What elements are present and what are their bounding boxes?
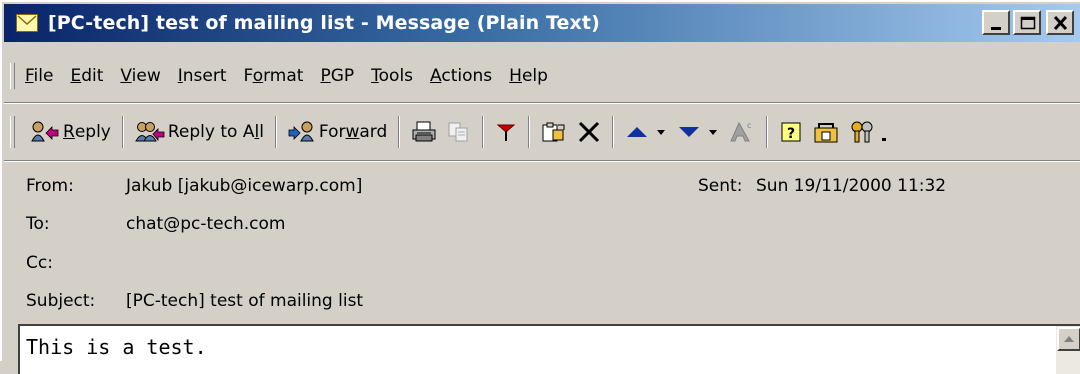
print-button[interactable] [406,115,442,149]
address-book-button[interactable]: c [724,115,760,149]
reply-all-icon [135,121,165,143]
to-value[interactable]: chat@pc-tech.com [126,214,285,234]
cc-label: Cc: [26,253,53,273]
window-title: [PC-tech] test of mailing list - Message… [48,12,600,34]
message-window: [PC-tech] test of mailing list - Message… [0,0,1080,374]
pgp-encrypt-icon [813,120,839,144]
move-to-folder-button[interactable] [536,115,572,149]
scroll-up-arrow-icon [1064,336,1074,342]
menu-insert[interactable]: Insert [178,66,227,86]
chevron-down-icon[interactable] [655,121,667,143]
svg-text:?: ? [787,126,795,142]
standard-toolbar: Reply Reply to All For w ard c ? [4,110,1080,154]
reply-icon [30,121,60,143]
copy-icon [447,121,471,143]
menu-tools[interactable]: Tools [371,66,413,86]
scroll-up-button[interactable] [1057,327,1080,351]
toolbar-overflow-chevron-icon[interactable] [879,120,889,144]
menu-view[interactable]: View [120,66,160,86]
svg-text:c: c [747,121,751,130]
menu-actions[interactable]: Actions [430,66,492,86]
toolbar-separator [274,116,277,148]
address-book-icon: c [729,120,755,144]
menu-toolbar-divider [4,102,1080,104]
to-label: To: [26,214,50,234]
print-icon [411,121,437,143]
reply-button[interactable]: Reply [25,115,116,149]
message-body[interactable]: This is a test. [18,324,1080,374]
help-icon: ? [779,120,803,144]
sent-label: Sent: [698,176,743,196]
toolbar-divider [4,160,1080,162]
toolbar-separator [766,116,769,148]
chevron-down-icon[interactable] [707,121,719,143]
message-body-text[interactable]: This is a test. [26,335,207,359]
window-controls [982,10,1074,35]
flag-button[interactable] [490,115,522,149]
toolbar-separator [121,116,124,148]
toolbar-grip[interactable] [10,116,15,148]
menu-help[interactable]: Help [509,66,548,86]
subject-label: Subject: [26,291,96,311]
toolbar-separator [398,116,401,148]
title-bar[interactable]: [PC-tech] test of mailing list - Message… [4,4,1080,42]
previous-item-icon [625,121,649,143]
pgp-encrypt-button[interactable] [808,115,844,149]
sent-value: Sun 19/11/2000 11:32 [756,176,947,196]
from-value[interactable]: Jakub [jakub@icewarp.com] [126,176,362,196]
help-button[interactable]: ? [774,115,808,149]
reply-all-button[interactable]: Reply to All [130,115,269,149]
forward-button[interactable]: For w ard [283,115,392,149]
toolbar-separator [612,116,615,148]
maximize-button[interactable] [1013,10,1041,35]
toolbar-separator [482,116,485,148]
from-label: From: [26,176,74,196]
menu-grip[interactable] [10,63,15,89]
delete-button[interactable] [572,115,606,149]
toolbar-separator [528,116,531,148]
menu-file[interactable]: File [25,66,53,86]
menu-format[interactable]: Format [244,66,304,86]
minimize-button[interactable] [982,10,1010,35]
vertical-scrollbar[interactable] [1056,326,1080,374]
move-to-folder-icon [541,121,567,143]
next-item-icon [677,121,701,143]
copy-button[interactable] [442,115,476,149]
menu-bar: File Edit View Insert Format PGP Tools A… [4,60,1080,92]
menu-pgp[interactable]: PGP [320,66,354,86]
subject-value: [PC-tech] test of mailing list [126,291,364,311]
previous-item-button[interactable] [620,115,672,149]
flag-icon [495,121,517,143]
envelope-icon [16,14,38,32]
pgp-keys-icon [849,120,875,144]
close-button[interactable] [1046,10,1074,35]
forward-icon [288,121,316,143]
pgp-keys-button[interactable] [844,115,894,149]
next-item-button[interactable] [672,115,724,149]
delete-icon [577,121,601,143]
menu-edit[interactable]: Edit [70,66,103,86]
